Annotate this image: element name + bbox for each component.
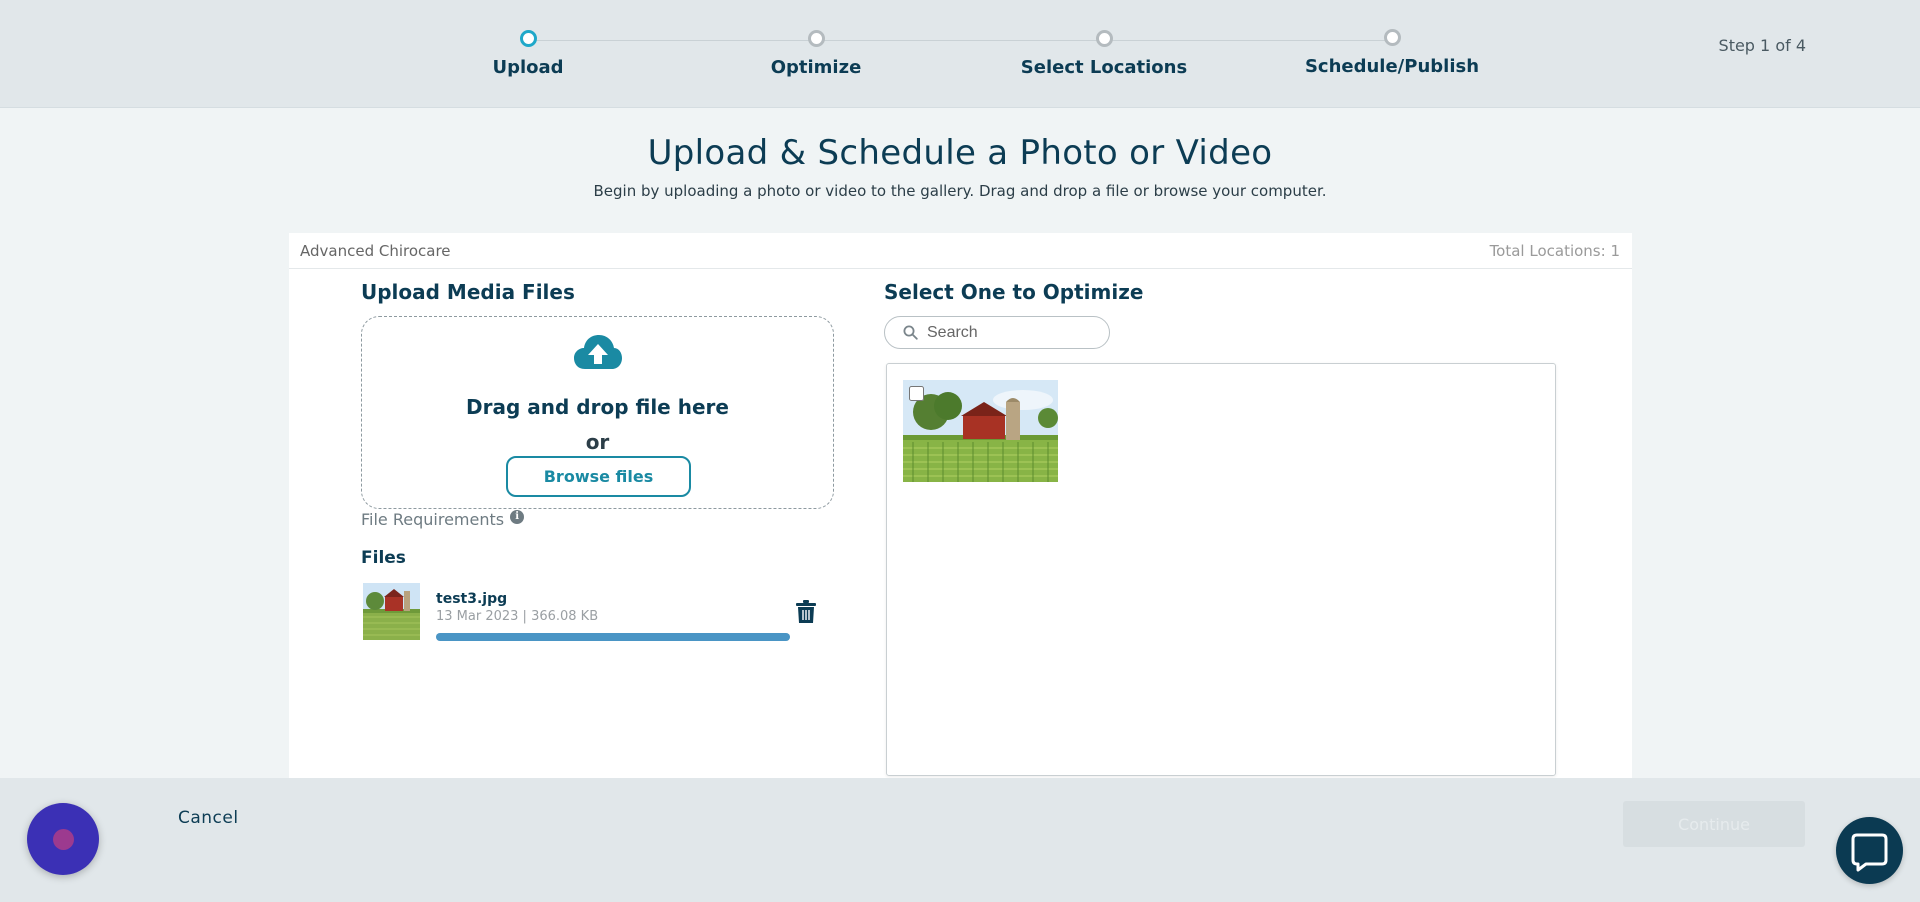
step-upload: Upload [418, 30, 638, 78]
gallery-item-checkbox[interactable] [909, 386, 924, 401]
step-select-locations: Select Locations [994, 30, 1214, 78]
browse-files-button[interactable]: Browse files [506, 456, 691, 497]
file-requirements-label: File Requirements [361, 510, 505, 529]
file-row: test3.jpg 13 Mar 2023 | 366.08 KB [363, 583, 823, 643]
step-dot [807, 30, 825, 47]
step-label: Schedule/Publish [1304, 56, 1480, 77]
search-icon [903, 325, 918, 340]
stepper-bar: Upload Optimize Select Locations Schedul… [0, 0, 1920, 108]
cloud-upload-icon [574, 335, 622, 369]
dropzone-text: Drag and drop file here [466, 395, 729, 419]
card-header: Advanced Chirocare Total Locations: 1 [289, 233, 1632, 269]
step-count: Step 1 of 4 [1718, 36, 1806, 55]
upload-progress [436, 633, 790, 641]
gallery-item[interactable] [903, 380, 1058, 482]
upload-card: Advanced Chirocare Total Locations: 1 Up… [289, 233, 1632, 778]
step-label: Optimize [770, 57, 862, 78]
step-schedule-publish: Schedule/Publish [1282, 29, 1502, 77]
info-icon[interactable]: i [510, 509, 525, 524]
files-title: Files [361, 548, 406, 568]
search-input[interactable] [927, 323, 1097, 342]
dropzone-or: or [585, 430, 610, 454]
search-box [884, 316, 1110, 349]
assistant-icon [53, 829, 74, 850]
upload-progress-fill [436, 633, 790, 641]
trash-icon[interactable] [795, 600, 817, 624]
dropzone[interactable]: Drag and drop file here or Browse files [361, 316, 834, 509]
file-thumbnail [363, 583, 420, 640]
chat-launcher[interactable] [1836, 817, 1903, 884]
optimize-section-title: Select One to Optimize [884, 280, 1144, 304]
upload-section-title: Upload Media Files [361, 280, 575, 304]
continue-button[interactable]: Continue [1623, 801, 1805, 847]
total-locations: Total Locations: 1 [1489, 241, 1620, 260]
footer-bar: Cancel Continue [0, 778, 1920, 902]
gallery-thumbnail [903, 380, 1058, 482]
step-optimize: Optimize [706, 30, 926, 78]
cancel-button[interactable]: Cancel [178, 808, 239, 828]
chat-bubble-icon [1851, 833, 1888, 872]
page-title: Upload & Schedule a Photo or Video [647, 133, 1273, 173]
step-label: Select Locations [1020, 57, 1188, 78]
step-dot [519, 30, 537, 47]
step-dot [1095, 30, 1113, 47]
page-subtitle: Begin by uploading a photo or video to t… [593, 182, 1327, 200]
step-dot [1383, 29, 1401, 46]
file-name: test3.jpg [436, 591, 508, 607]
media-gallery [886, 363, 1556, 776]
file-meta: 13 Mar 2023 | 366.08 KB [436, 609, 599, 624]
step-label: Upload [492, 57, 564, 78]
file-requirements[interactable]: File Requirements i [361, 509, 525, 529]
assistant-launcher[interactable] [27, 803, 99, 875]
business-name: Advanced Chirocare [300, 241, 451, 260]
